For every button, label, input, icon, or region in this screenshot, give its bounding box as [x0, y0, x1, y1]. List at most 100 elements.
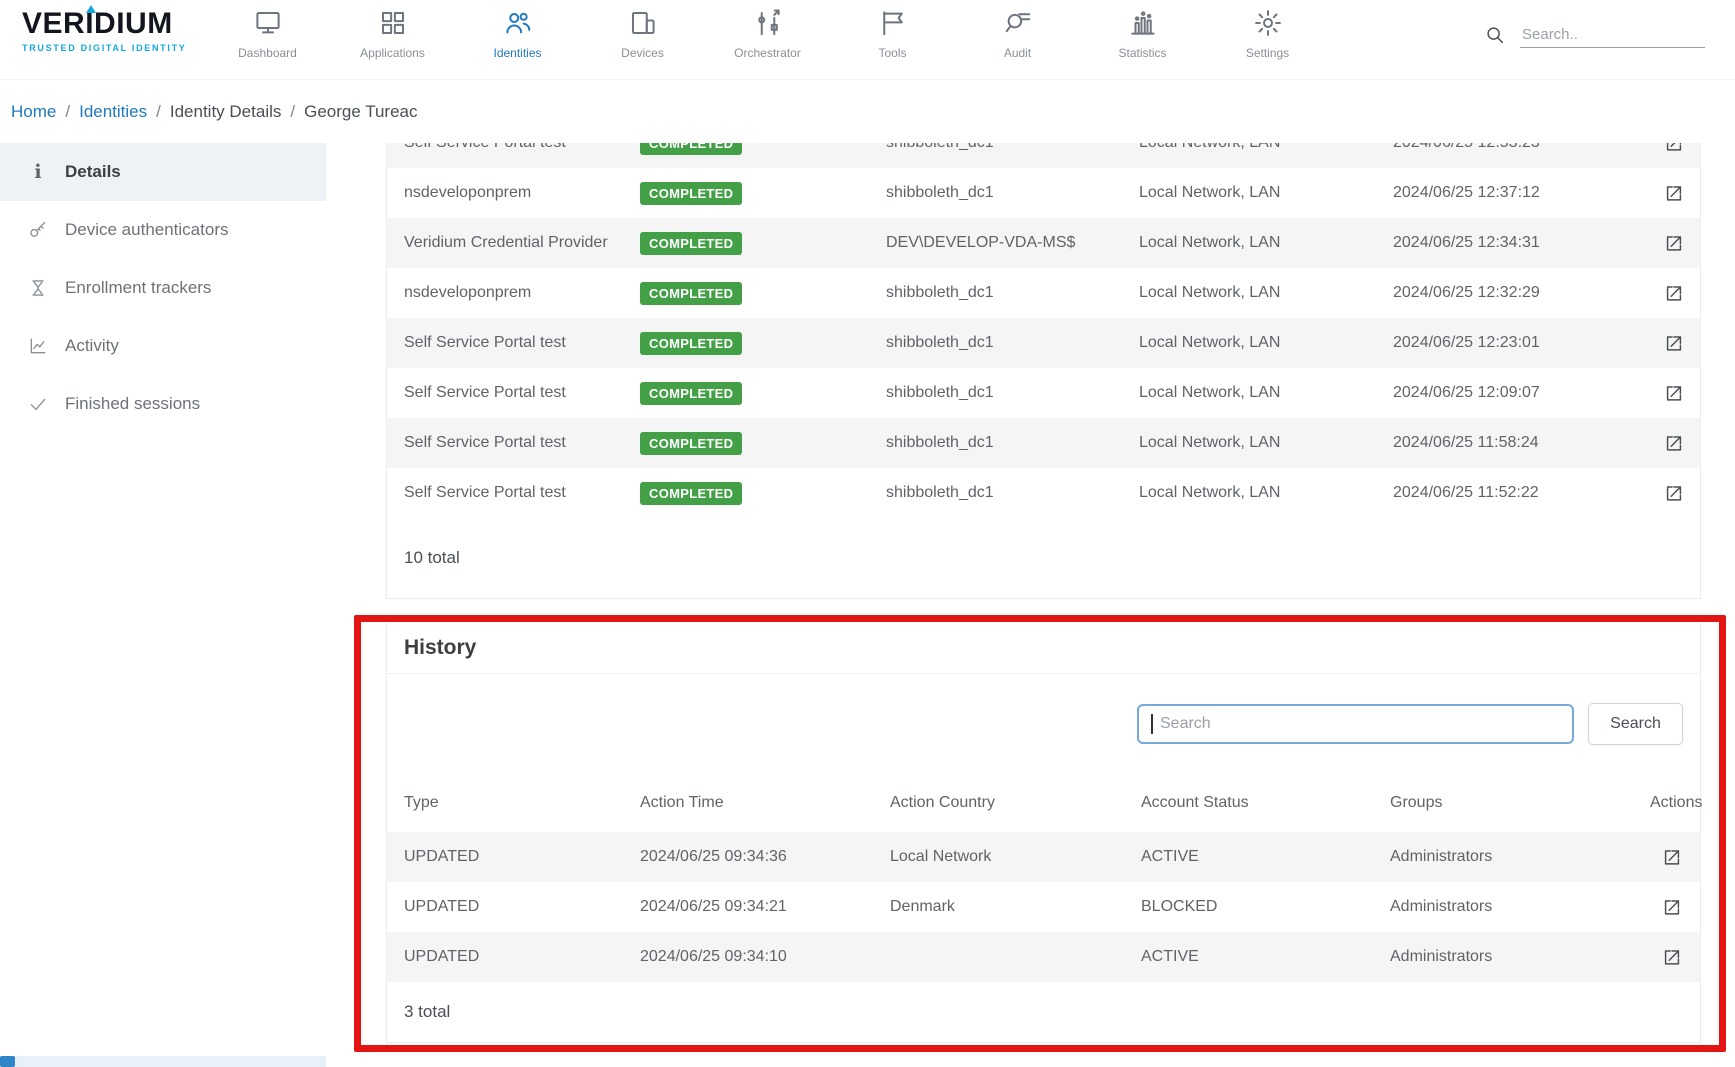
status-badge: COMPLETED	[640, 382, 742, 405]
session-network: Local Network, LAN	[1139, 434, 1393, 452]
breadcrumb-identity-details: Identity Details	[170, 102, 282, 122]
history-groups: Administrators	[1390, 898, 1650, 916]
global-search-input[interactable]	[1520, 22, 1705, 48]
history-status: ACTIVE	[1141, 948, 1390, 966]
history-row: UPDATED 2024/06/25 09:34:10 ACTIVE Admin…	[387, 932, 1700, 982]
open-history-icon[interactable]	[1661, 896, 1683, 918]
open-session-icon[interactable]	[1663, 432, 1685, 454]
column-action-time: Action Time	[640, 794, 890, 812]
top-navigation: VERIDIUM TRUSTED DIGITAL IDENTITY Dashbo…	[0, 0, 1735, 80]
column-action-country: Action Country	[890, 794, 1141, 812]
history-status: BLOCKED	[1141, 898, 1390, 916]
nav-item-settings[interactable]: Settings	[1205, 0, 1330, 80]
breadcrumb-home[interactable]: Home	[11, 102, 56, 122]
scrollbar-thumb[interactable]	[0, 1056, 15, 1067]
tools-icon	[878, 8, 908, 38]
history-section: History Search Type Action Time Action C…	[386, 621, 1701, 1043]
nav-item-identities[interactable]: Identities	[455, 0, 580, 80]
sessions-table: Self Service Portal test COMPLETED shibb…	[386, 143, 1701, 599]
session-network: Local Network, LAN	[1139, 284, 1393, 302]
session-time: 2024/06/25 11:58:24	[1393, 434, 1663, 452]
sidebar-item-device-authenticators[interactable]: Device authenticators	[0, 201, 326, 259]
session-server: shibboleth_dc1	[886, 284, 1139, 302]
session-server: shibboleth_dc1	[886, 184, 1139, 202]
session-server: shibboleth_dc1	[886, 434, 1139, 452]
open-history-icon[interactable]	[1661, 946, 1683, 968]
nav-item-statistics[interactable]: Statistics	[1080, 0, 1205, 80]
session-row: Self Service Portal test COMPLETED shibb…	[387, 468, 1700, 518]
history-type: UPDATED	[404, 898, 640, 916]
history-search-input[interactable]	[1137, 704, 1574, 744]
logo-text: VERIDIUM	[22, 9, 205, 39]
global-search	[1484, 0, 1735, 48]
history-time: 2024/06/25 09:34:10	[640, 948, 890, 966]
session-app: nsdeveloponprem	[404, 284, 640, 302]
hourglass-icon	[28, 278, 48, 298]
nav-item-devices[interactable]: Devices	[580, 0, 705, 80]
open-history-icon[interactable]	[1661, 846, 1683, 868]
session-server: DEV\DEVELOP-VDA-MS$	[886, 234, 1139, 252]
nav-item-audit[interactable]: Audit	[955, 0, 1080, 80]
applications-icon	[378, 8, 408, 38]
session-app: Self Service Portal test	[404, 334, 640, 352]
status-badge: COMPLETED	[640, 432, 742, 455]
veridium-logo[interactable]: VERIDIUM TRUSTED DIGITAL IDENTITY	[0, 0, 205, 53]
sidebar-item-finished-sessions[interactable]: Finished sessions	[0, 375, 326, 433]
breadcrumb-identities[interactable]: Identities	[79, 102, 147, 122]
session-time: 2024/06/25 12:09:07	[1393, 384, 1663, 402]
orchestrator-icon	[753, 8, 783, 38]
open-session-icon[interactable]	[1663, 182, 1685, 204]
nav-item-dashboard[interactable]: Dashboard	[205, 0, 330, 80]
session-row: nsdeveloponprem COMPLETED shibboleth_dc1…	[387, 168, 1700, 218]
history-status: ACTIVE	[1141, 848, 1390, 866]
open-session-icon[interactable]	[1663, 332, 1685, 354]
nav-item-orchestrator[interactable]: Orchestrator	[705, 0, 830, 80]
session-row: Self Service Portal test COMPLETED shibb…	[387, 368, 1700, 418]
session-time: 2024/06/25 11:52:22	[1393, 484, 1663, 502]
history-country: Denmark	[890, 898, 1141, 916]
column-type: Type	[404, 794, 640, 812]
history-title: History	[404, 636, 476, 660]
open-session-icon[interactable]	[1663, 282, 1685, 304]
sidebar-item-details[interactable]: i Details	[0, 143, 326, 201]
activity-chart-icon	[28, 336, 48, 356]
history-groups: Administrators	[1390, 848, 1650, 866]
session-network: Local Network, LAN	[1139, 334, 1393, 352]
audit-icon	[1003, 8, 1033, 38]
open-session-icon[interactable]	[1663, 482, 1685, 504]
status-badge: COMPLETED	[640, 232, 742, 255]
key-icon	[28, 220, 48, 240]
status-badge: COMPLETED	[640, 182, 742, 205]
session-app: Self Service Portal test	[404, 434, 640, 452]
session-app: nsdeveloponprem	[404, 184, 640, 202]
history-country: Local Network	[890, 848, 1141, 866]
history-time: 2024/06/25 09:34:36	[640, 848, 890, 866]
column-actions: Actions	[1650, 794, 1702, 812]
status-badge: COMPLETED	[640, 332, 742, 355]
search-icon	[1484, 24, 1506, 46]
breadcrumb-separator: /	[65, 102, 70, 122]
open-session-icon[interactable]	[1663, 382, 1685, 404]
horizontal-scrollbar[interactable]	[0, 1056, 326, 1067]
open-session-icon[interactable]	[1663, 143, 1685, 154]
status-badge: COMPLETED	[640, 482, 742, 505]
session-app: Veridium Credential Provider	[404, 234, 640, 252]
identities-icon	[503, 8, 533, 38]
session-network: Local Network, LAN	[1139, 484, 1393, 502]
nav-item-applications[interactable]: Applications	[330, 0, 455, 80]
session-time: 2024/06/25 12:53:23	[1393, 143, 1663, 152]
logo-tagline: TRUSTED DIGITAL IDENTITY	[22, 43, 205, 53]
breadcrumb-current-user: George Tureac	[304, 102, 417, 122]
sidebar-item-enrollment-trackers[interactable]: Enrollment trackers	[0, 259, 326, 317]
history-search-button[interactable]: Search	[1588, 703, 1683, 745]
session-server: shibboleth_dc1	[886, 384, 1139, 402]
breadcrumb: Home / Identities / Identity Details / G…	[0, 80, 1735, 143]
dashboard-icon	[253, 8, 283, 38]
session-row: Self Service Portal test COMPLETED shibb…	[387, 318, 1700, 368]
nav-item-tools[interactable]: Tools	[830, 0, 955, 80]
checkmark-icon	[28, 394, 48, 414]
status-badge: COMPLETED	[640, 143, 742, 155]
devices-icon	[628, 8, 658, 38]
sidebar-item-activity[interactable]: Activity	[0, 317, 326, 375]
open-session-icon[interactable]	[1663, 232, 1685, 254]
